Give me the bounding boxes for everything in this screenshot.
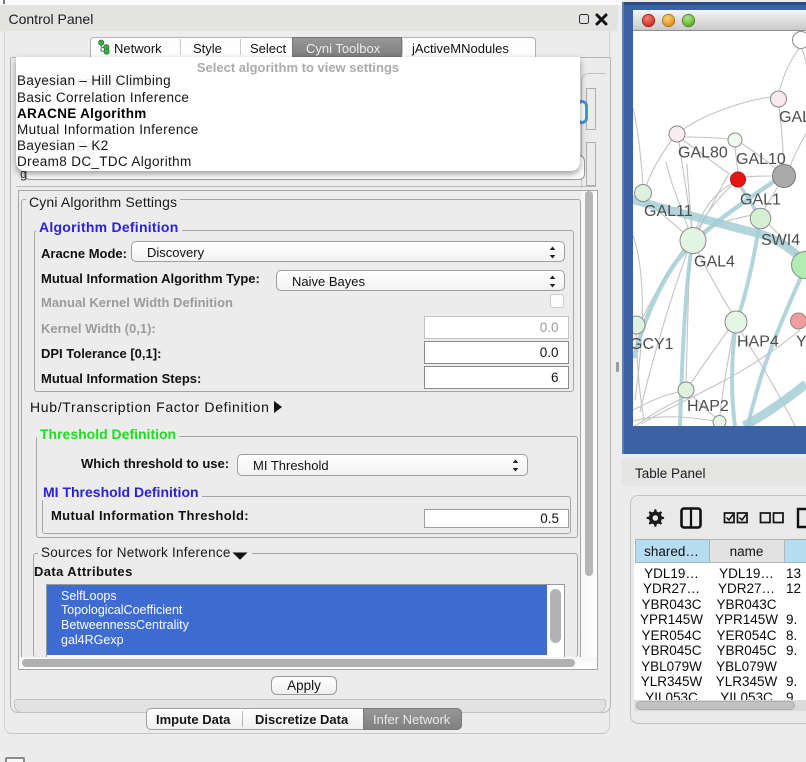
svg-text:GAL10: GAL10 [736,151,786,168]
svg-text:GAL3: GAL3 [779,109,806,126]
svg-text:GAL1: GAL1 [740,192,781,209]
svg-text:HAP4: HAP4 [737,334,779,351]
svg-text:GAL4: GAL4 [694,254,735,271]
svg-text:GAL11: GAL11 [644,203,693,220]
svg-text:SWI4: SWI4 [761,232,800,249]
svg-text:HAP2: HAP2 [687,398,729,415]
svg-text:YJ: YJ [796,334,806,351]
svg-text:GCY1: GCY1 [633,336,674,353]
svg-text:GAL80: GAL80 [678,145,728,162]
